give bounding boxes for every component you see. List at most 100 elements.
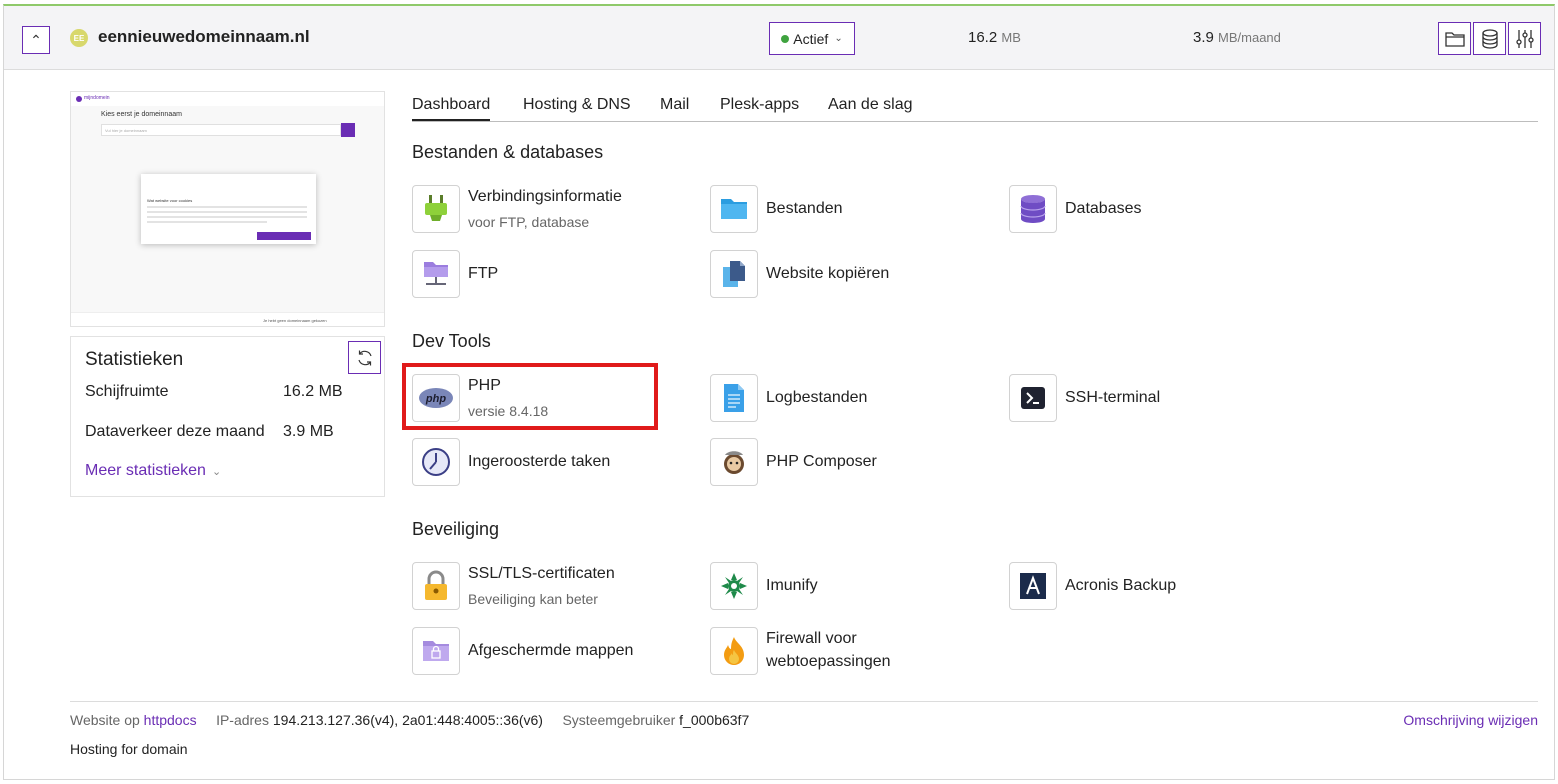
settings-sliders-icon — [1515, 29, 1534, 48]
tool-connection-info[interactable]: Verbindingsinformatie voor FTP, database — [412, 185, 702, 233]
ftp-folder-icon — [412, 250, 460, 298]
preview-topbar: mijndomein — [71, 92, 384, 106]
statistics-card: Statistieken Schijfruimte 16.2 MB Datave… — [70, 336, 385, 497]
docroot-link[interactable]: httpdocs — [144, 712, 197, 728]
tool-label: FTP — [468, 265, 499, 282]
tab-dashboard[interactable]: Dashboard — [412, 96, 491, 121]
stat-value-traffic: 3.9 MB — [283, 423, 334, 440]
traffic-usage-value: 3.9 — [1193, 29, 1214, 46]
tool-logs[interactable]: Logbestanden — [710, 374, 1000, 422]
footer-info: Website op httpdocs IP-adres 194.213.127… — [70, 712, 749, 728]
status-dot-icon — [781, 34, 790, 43]
refresh-button[interactable] — [348, 341, 381, 374]
website-on-label: Website op — [70, 712, 140, 728]
preview-footer-text: Je hebt geen domeinnaam gekozen — [263, 318, 327, 323]
collapse-button[interactable]: ⌃ — [22, 26, 50, 54]
tab-mail[interactable]: Mail — [660, 96, 689, 114]
preview-search-icon — [341, 123, 355, 137]
tool-ssl-certificates[interactable]: SSL/TLS-certificaten Beveiliging kan bet… — [412, 562, 702, 610]
tool-label: Logbestanden — [766, 389, 868, 406]
statistics-title: Statistieken — [85, 349, 184, 370]
refresh-icon — [357, 350, 372, 365]
tool-label: PHP Composer — [766, 453, 877, 470]
tool-databases[interactable]: Databases — [1009, 185, 1299, 233]
database-icon — [1481, 28, 1498, 49]
preview-logo-text: mijndomein — [84, 95, 110, 101]
chevron-up-icon: ⌃ — [30, 31, 42, 48]
composer-icon — [710, 438, 758, 486]
tool-label: Afgeschermde mappen — [468, 642, 634, 659]
tab-bar: Dashboard Hosting & DNS Mail Plesk-apps … — [412, 92, 1538, 122]
tool-label: Imunify — [766, 577, 818, 594]
system-user-label: Systeemgebruiker — [562, 712, 676, 728]
lock-icon — [412, 562, 460, 610]
tool-label: Ingeroosterde taken — [468, 453, 611, 470]
tool-sublabel: Beveiliging kan beter — [468, 591, 598, 607]
header-actions — [1438, 22, 1541, 55]
terminal-icon — [1009, 374, 1057, 422]
disk-usage: 16.2 MB — [968, 29, 1021, 46]
status-label: Actief — [793, 30, 829, 47]
clock-icon — [412, 438, 460, 486]
section-files-databases: Bestanden & databases — [412, 142, 604, 162]
preview-modal-title: Wat website voor cookies — [147, 198, 193, 203]
file-manager-button[interactable] — [1438, 22, 1471, 55]
domain-name[interactable]: eennieuwedomeinnaam.nl — [98, 27, 310, 47]
stat-value-disk: 16.2 MB — [283, 383, 343, 400]
tool-label: Firewall voor — [766, 630, 857, 647]
plug-icon — [412, 185, 460, 233]
tool-website-copy[interactable]: Website kopiëren — [710, 250, 1000, 298]
tool-php-composer[interactable]: PHP Composer — [710, 438, 1000, 486]
status-dropdown[interactable]: Actief ⌄ — [769, 22, 855, 55]
protected-folder-icon — [412, 627, 460, 675]
tool-files[interactable]: Bestanden — [710, 185, 1000, 233]
tool-acronis-backup[interactable]: Acronis Backup — [1009, 562, 1299, 610]
stat-label-disk: Schijfruimte — [85, 383, 169, 400]
folder-icon — [710, 185, 758, 233]
section-dev-tools: Dev Tools — [412, 331, 491, 351]
website-preview[interactable]: mijndomein Kies eerst je domeinnaam Vul … — [70, 91, 385, 327]
preview-modal-button — [257, 232, 311, 240]
tool-protected-folders[interactable]: Afgeschermde mappen — [412, 627, 702, 675]
preview-logo-icon — [76, 96, 82, 102]
tool-label: Website kopiëren — [766, 265, 890, 282]
preview-heading: Kies eerst je domeinnaam — [101, 111, 182, 118]
chevron-down-icon: ⌄ — [834, 33, 843, 44]
tool-label-line2: webtoepassingen — [766, 653, 891, 670]
databases-button[interactable] — [1473, 22, 1506, 55]
tool-ftp[interactable]: FTP — [412, 250, 702, 298]
stat-label-traffic: Dataverkeer deze maand — [85, 423, 265, 440]
tool-ssh-terminal[interactable]: SSH-terminal — [1009, 374, 1299, 422]
domain-description: Hosting for domain — [70, 741, 188, 757]
tool-label: SSL/TLS-certificaten — [468, 565, 615, 582]
domain-header: ⌃ EE eennieuwedomeinnaam.nl Actief ⌄ 16.… — [4, 6, 1554, 70]
ip-value: 194.213.127.36(v4), 2a01:448:4005::36(v6… — [272, 712, 543, 728]
edit-description-link[interactable]: Omschrijving wijzigen — [1403, 712, 1538, 728]
flame-icon — [710, 627, 758, 675]
highlight-box — [402, 363, 658, 430]
domain-favicon: EE — [70, 29, 88, 47]
settings-button[interactable] — [1508, 22, 1541, 55]
copy-icon — [710, 250, 758, 298]
tab-plesk-apps[interactable]: Plesk-apps — [720, 96, 799, 114]
log-file-icon — [710, 374, 758, 422]
imunify-icon — [710, 562, 758, 610]
ip-label: IP-adres — [216, 712, 269, 728]
more-statistics-link[interactable]: Meer statistieken ⌄ — [85, 462, 221, 480]
section-security: Beveiliging — [412, 519, 500, 539]
footer-divider — [70, 701, 1538, 702]
more-statistics-label: Meer statistieken — [85, 462, 206, 479]
disk-usage-unit: MB — [1001, 30, 1021, 45]
preview-cookie-modal: Wat website voor cookies — [141, 174, 316, 244]
tab-aan-de-slag[interactable]: Aan de slag — [828, 96, 913, 114]
database-icon — [1009, 185, 1057, 233]
tab-hosting-dns[interactable]: Hosting & DNS — [523, 96, 631, 114]
preview-footer: Je hebt geen domeinnaam gekozen — [71, 312, 384, 326]
tool-imunify[interactable]: Imunify — [710, 562, 1000, 610]
system-user-value: f_000b63f7 — [679, 712, 750, 728]
traffic-usage: 3.9 MB/maand — [1193, 29, 1281, 46]
tool-scheduled-tasks[interactable]: Ingeroosterde taken — [412, 438, 702, 486]
traffic-usage-unit: MB/maand — [1218, 30, 1281, 45]
tool-web-app-firewall[interactable]: Firewall voor webtoepassingen — [710, 627, 1000, 675]
folder-icon — [1444, 31, 1465, 47]
